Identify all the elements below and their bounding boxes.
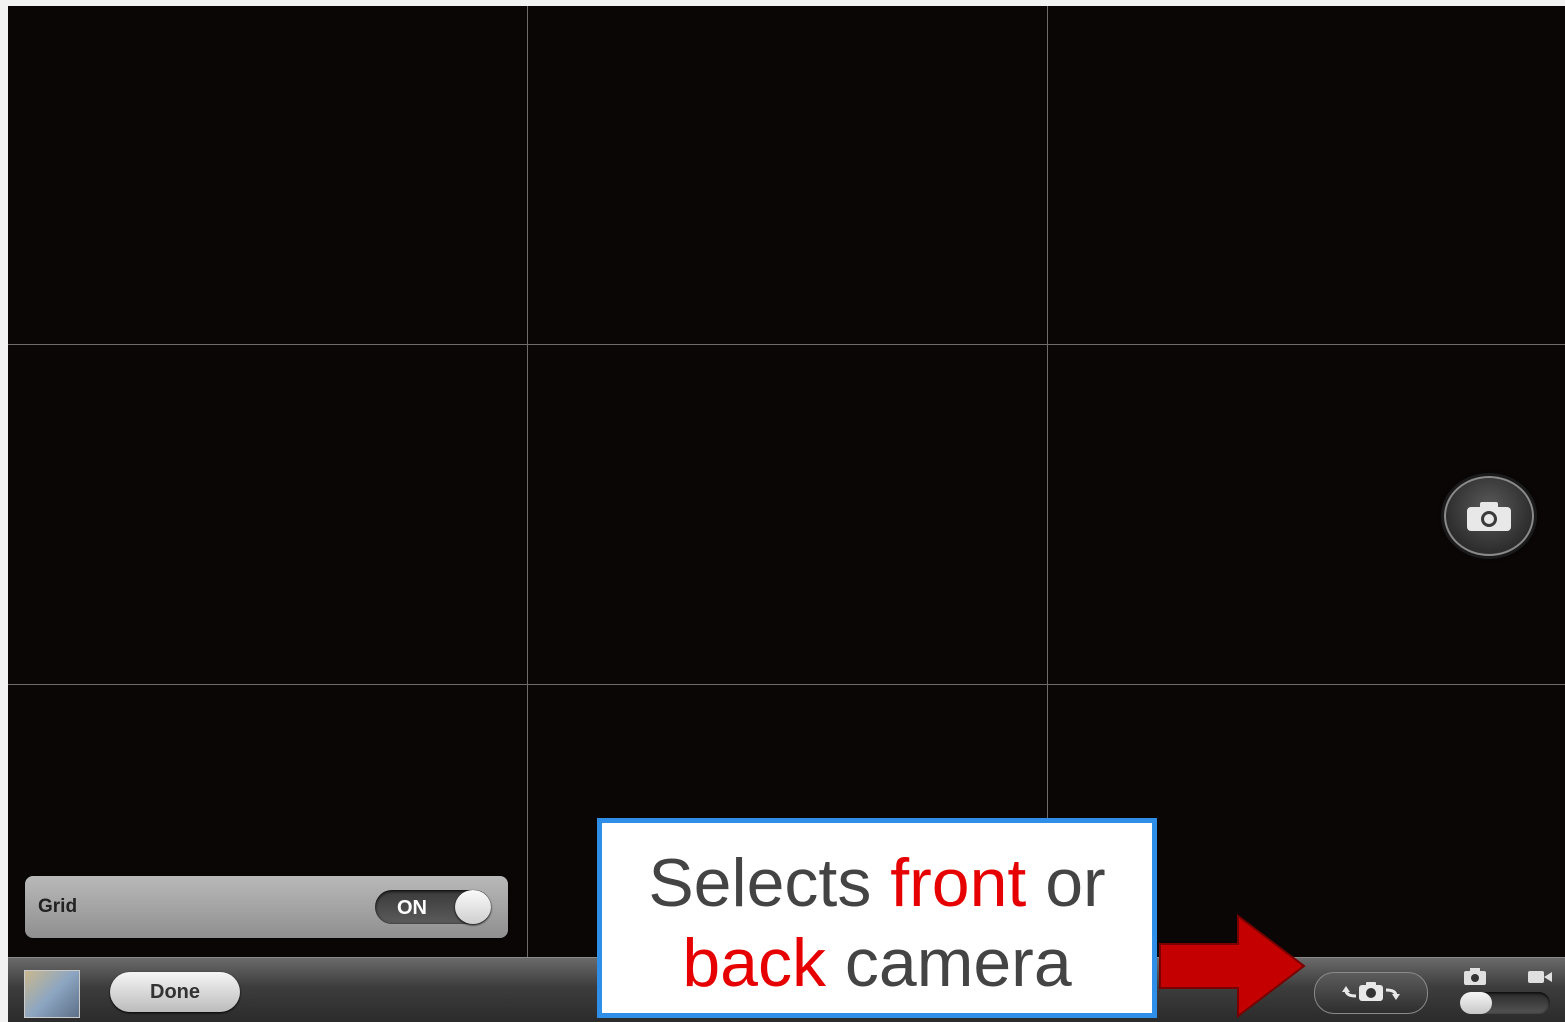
last-photo-thumbnail[interactable]: [24, 970, 80, 1018]
grid-toggle-state: ON: [397, 897, 427, 919]
right-arrow-icon: [1159, 914, 1306, 1018]
grid-label: Grid: [38, 896, 78, 917]
annotation-callout: Selects front or back camera: [597, 818, 1157, 1018]
photo-video-mode-switch[interactable]: [1460, 992, 1550, 1014]
switch-camera-icon: [1342, 982, 1400, 1001]
callout-line-1: Selects front or: [602, 843, 1152, 923]
grid-line-vertical-2: [1047, 6, 1048, 958]
grid-line-horizontal-1: [8, 344, 1565, 345]
callout-text: or: [1026, 845, 1106, 921]
callout-text: camera: [826, 925, 1072, 1001]
mode-icons: [1464, 968, 1552, 985]
switch-camera-button[interactable]: [1314, 972, 1428, 1014]
video-mode-icon: [1528, 971, 1552, 983]
grid-line-vertical-1: [527, 6, 528, 958]
callout-highlight-back: back: [682, 925, 826, 1001]
mode-switch-knob[interactable]: [1460, 992, 1492, 1014]
grid-line-horizontal-2: [8, 684, 1565, 685]
grid-setting-popover: Grid ON: [25, 876, 508, 938]
callout-line-2: back camera: [602, 923, 1152, 1003]
done-button[interactable]: Done: [110, 972, 240, 1012]
shutter-button[interactable]: [1444, 476, 1534, 556]
photo-mode-icon: [1464, 968, 1486, 985]
toggle-knob: [455, 890, 491, 924]
camera-icon: [1467, 502, 1511, 531]
callout-text: Selects: [648, 845, 891, 921]
grid-toggle[interactable]: ON: [375, 890, 491, 924]
callout-highlight-front: front: [890, 845, 1027, 921]
